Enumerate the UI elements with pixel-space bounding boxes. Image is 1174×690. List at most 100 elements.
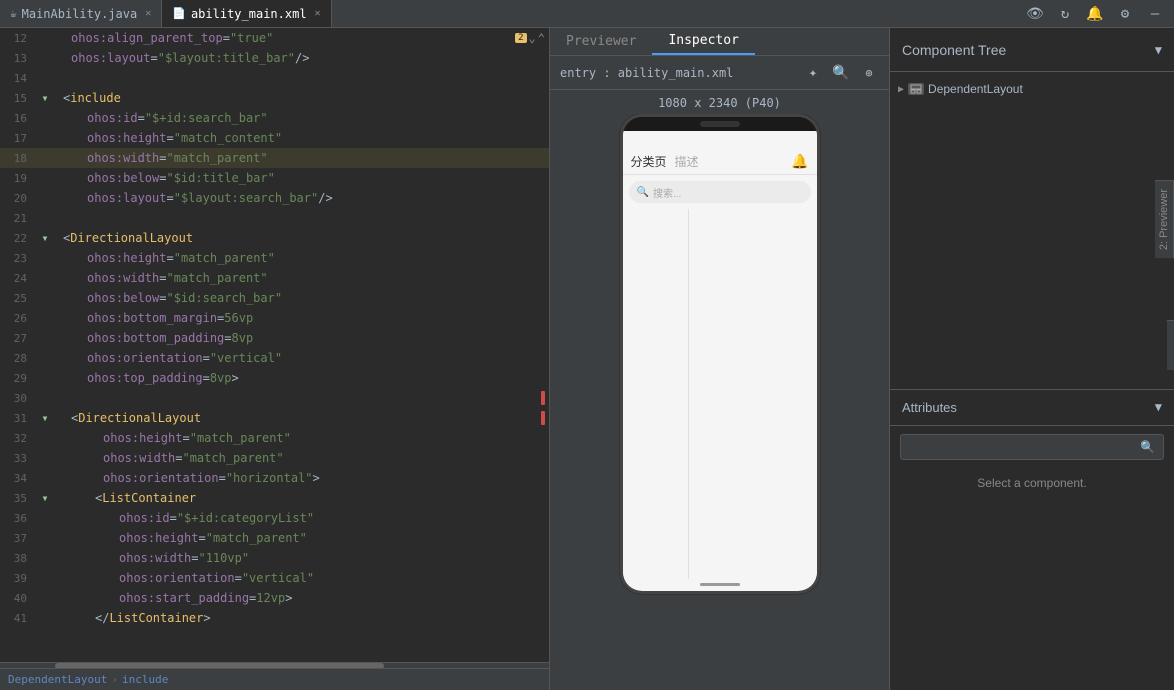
table-row: 17 ohos:height="match_content" [0,128,549,148]
code-content[interactable]: ohos:id="$+id:search_bar" [55,111,524,125]
line-number: 36 [0,512,35,525]
code-content[interactable]: </ListContainer> [55,611,524,625]
search-icon: 🔍 [1140,440,1155,454]
tab-previewer[interactable]: Previewer [550,28,652,55]
line-number: 32 [0,432,35,445]
table-row: 38 ohos:width="110vp" [0,548,549,568]
line-number: 40 [0,592,35,605]
code-content[interactable]: ohos:top_padding=8vp> [55,371,524,385]
warn-badge: 2 [515,33,526,43]
phone-preview-container: 分类页 描述 🔔 🔍 搜索... [550,114,889,690]
component-tree-body: ▶ DependentLayout [890,72,1174,390]
code-content[interactable]: ohos:layout="$layout:search_bar"/> [55,191,524,205]
minimize-icon[interactable]: — [1144,3,1166,25]
code-content[interactable]: ohos:id="$+id:categoryList" [55,511,524,525]
gutter-fold-22[interactable]: ▾ [35,231,55,245]
refresh-icon[interactable]: ↻ [1054,3,1076,25]
tab-main-java-close[interactable]: ✕ [145,8,151,19]
table-row: 39 ohos:orientation="vertical" [0,568,549,588]
code-content[interactable]: ohos:height="match_parent" [55,251,524,265]
code-content[interactable]: ohos:below="$id:search_bar" [55,291,524,305]
attributes-collapse-icon[interactable]: ▼ [1155,400,1162,414]
gutter-fold-31[interactable]: ▾ [35,411,55,425]
xml-file-icon: 📄 [172,7,186,20]
phone-content-area [623,209,817,579]
collapse-icon[interactable]: ⌃ [538,31,545,45]
eye-icon[interactable]: 👁 [1024,3,1046,25]
tab-ability-xml[interactable]: 📄 ability_main.xml ✕ [162,0,331,27]
code-content[interactable]: ohos:orientation="horizontal"> [55,471,524,485]
code-content[interactable]: ohos:below="$id:title_bar" [55,171,524,185]
line-number: 18 [0,152,35,165]
attribute-search-input[interactable] [909,441,1140,453]
table-row: 23 ohos:height="match_parent" [0,248,549,268]
line-number: 27 [0,332,35,345]
list-item[interactable]: ▶ DependentLayout [890,80,1174,98]
code-content[interactable]: ohos:bottom_margin=56vp [55,311,524,325]
device-label: 1080 x 2340 (P40) [550,90,889,114]
table-row: 35 ▾ <ListContainer [0,488,549,508]
code-content[interactable]: <ListContainer [55,491,524,505]
line-number: 15 [0,92,35,105]
line-number: 29 [0,372,35,385]
code-content[interactable]: ohos:height="match_parent" [55,531,524,545]
previewer-side-tab[interactable]: 2: Previewer [1155,180,1174,258]
breadcrumb-item-2[interactable]: include [122,673,168,686]
code-content[interactable]: ohos:width="match_parent" [55,271,524,285]
phone-search-icon: 🔍 [637,187,649,198]
table-row: 32 ohos:height="match_parent" [0,428,549,448]
phone-search-bar: 🔍 搜索... [629,181,811,203]
phone-tab-categories: 分类页 [631,153,667,170]
table-row: 26 ohos:bottom_margin=56vp [0,308,549,328]
gutter-fold-35[interactable]: ▾ [35,491,55,505]
bell-icon[interactable]: 🔔 [1084,3,1106,25]
error-indicator [541,411,545,425]
table-row: 12 ohos:align_parent_top="true" 2 ⌄ ⌃ [0,28,549,48]
component-tree-title: Component Tree [902,42,1006,58]
tab-previewer-label: Previewer [566,34,636,49]
code-content[interactable]: ohos:width="match_parent" [55,151,524,165]
table-row: 36 ohos:id="$+id:categoryList" [0,508,549,528]
expand-icon[interactable]: ⌄ [529,31,536,45]
code-content[interactable]: ohos:start_padding=12vp> [55,591,524,605]
code-content[interactable]: ohos:align_parent_top="true" [55,31,524,45]
code-content[interactable]: ohos:height="match_content" [55,131,524,145]
code-content[interactable]: ohos:width="match_parent" [55,451,524,465]
attributes-section: Attributes ▼ 🔍 Select a component. [890,390,1174,690]
line-number: 20 [0,192,35,205]
component-tree-collapse-icon[interactable]: ▼ [1155,43,1162,57]
breadcrumb-separator: › [111,673,118,686]
phone-screen: 分类页 描述 🔔 🔍 搜索... [623,131,817,591]
code-content[interactable]: ohos:orientation="vertical" [55,351,524,365]
zoom-out-icon[interactable]: 🔍 [831,63,851,83]
tree-expand-arrow[interactable]: ▶ [898,84,904,95]
code-lines: 12 ohos:align_parent_top="true" 2 ⌄ ⌃ 13… [0,28,549,662]
code-content[interactable]: ohos:layout="$layout:title_bar"/> [55,51,524,65]
layout-icon [908,83,924,95]
table-row: 18 ohos:width="match_parent" [0,148,549,168]
tree-item-label: DependentLayout [928,82,1023,96]
zoom-in-icon[interactable]: ⊕ [859,63,879,83]
code-content[interactable]: <DirectionalLayout [55,411,524,425]
settings-icon[interactable]: ⚙ [1114,3,1136,25]
code-content[interactable]: ohos:width="110vp" [55,551,524,565]
gradle-side-label[interactable]: Gradle [1167,320,1174,370]
line-number: 39 [0,572,35,585]
tab-ability-xml-label: ability_main.xml [191,7,307,21]
gutter-fold-15[interactable]: ▾ [35,91,55,105]
code-content[interactable]: <include [55,91,524,105]
tab-inspector[interactable]: Inspector [652,28,754,55]
attribute-search-box[interactable]: 🔍 [900,434,1164,460]
code-content[interactable]: <DirectionalLayout [55,231,524,245]
tab-ability-xml-close[interactable]: ✕ [315,8,321,19]
code-content[interactable]: ohos:bottom_padding=8vp [55,331,524,345]
table-row: 19 ohos:below="$id:title_bar" [0,168,549,188]
code-content[interactable]: ohos:orientation="vertical" [55,571,524,585]
code-content[interactable]: ohos:height="match_parent" [55,431,524,445]
line-number: 28 [0,352,35,365]
sparks-icon[interactable]: ✦ [803,63,823,83]
table-row: 30 [0,388,549,408]
attributes-header: Attributes ▼ [890,390,1174,426]
tab-main-java[interactable]: ☕ MainAbility.java ✕ [0,0,162,27]
breadcrumb-item-1[interactable]: DependentLayout [8,673,107,686]
